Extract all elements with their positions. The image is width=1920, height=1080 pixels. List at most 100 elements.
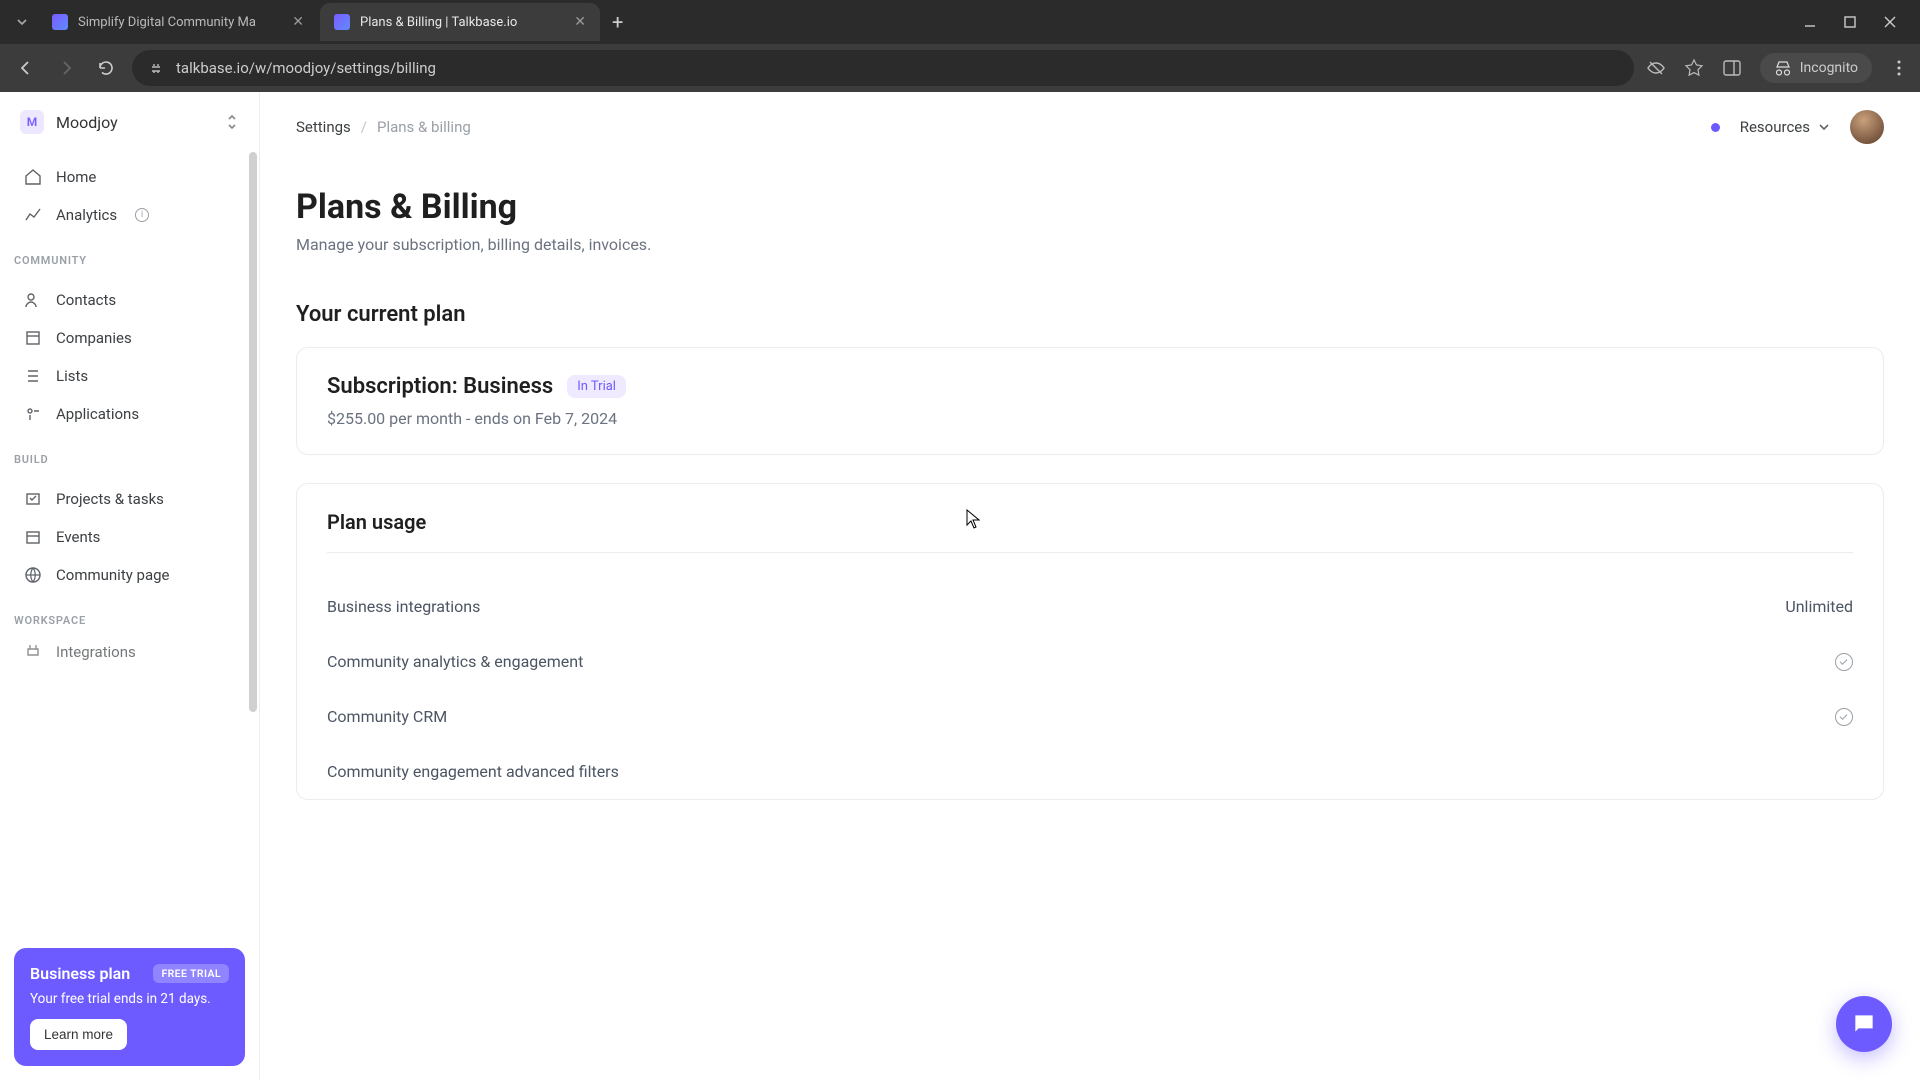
tab-title: Simplify Digital Community Ma bbox=[78, 15, 282, 30]
calendar-icon bbox=[24, 528, 42, 546]
tab-search-dropdown[interactable] bbox=[8, 8, 36, 36]
scrollbar-thumb[interactable] bbox=[249, 152, 257, 712]
workspace-avatar: M bbox=[20, 110, 44, 134]
notification-dot-icon[interactable] bbox=[1711, 123, 1720, 132]
maximize-icon[interactable] bbox=[1842, 14, 1858, 30]
app-root: M Moodjoy Home Analytics i COMMUNITY Con… bbox=[0, 92, 1920, 1080]
incognito-indicator[interactable]: Incognito bbox=[1760, 53, 1872, 83]
tab-title: Plans & Billing | Talkbase.io bbox=[360, 15, 564, 30]
breadcrumb-separator: / bbox=[361, 118, 367, 136]
sidebar-item-label: Applications bbox=[56, 405, 139, 423]
sidebar-item-analytics[interactable]: Analytics i bbox=[10, 196, 249, 234]
chat-fab-button[interactable] bbox=[1836, 996, 1892, 1052]
eye-off-icon[interactable] bbox=[1646, 58, 1666, 78]
back-button[interactable] bbox=[12, 54, 40, 82]
trial-badge: FREE TRIAL bbox=[153, 964, 229, 983]
page-content: Plans & Billing Manage your subscription… bbox=[260, 163, 1920, 800]
forward-button[interactable] bbox=[52, 54, 80, 82]
url-input[interactable]: talkbase.io/w/moodjoy/settings/billing bbox=[132, 50, 1634, 86]
trial-title: Business plan bbox=[30, 964, 130, 983]
check-circle-icon bbox=[1835, 708, 1853, 726]
side-panel-icon[interactable] bbox=[1722, 58, 1742, 78]
plan-usage-card: Plan usage Business integrations Unlimit… bbox=[296, 483, 1884, 800]
chevron-down-icon bbox=[1818, 121, 1830, 133]
new-tab-button[interactable]: + bbox=[602, 10, 633, 34]
page-title: Plans & Billing bbox=[296, 187, 1884, 227]
current-plan-heading: Your current plan bbox=[296, 302, 1884, 327]
contacts-icon bbox=[24, 291, 42, 309]
projects-icon bbox=[24, 490, 42, 508]
trial-card: Business plan FREE TRIAL Your free trial… bbox=[14, 948, 245, 1066]
url-text: talkbase.io/w/moodjoy/settings/billing bbox=[176, 59, 1618, 77]
breadcrumb-root[interactable]: Settings bbox=[296, 118, 351, 136]
sidebar: M Moodjoy Home Analytics i COMMUNITY Con… bbox=[0, 92, 260, 1080]
sidebar-item-integrations[interactable]: Integrations bbox=[10, 641, 249, 663]
minimize-icon[interactable] bbox=[1802, 14, 1818, 30]
sidebar-section-workspace: WORKSPACE bbox=[0, 600, 259, 635]
close-icon[interactable]: ✕ bbox=[292, 14, 304, 30]
plan-usage-heading: Plan usage bbox=[327, 510, 1853, 553]
sidebar-item-label: Companies bbox=[56, 329, 132, 347]
favicon-icon bbox=[334, 14, 350, 30]
bookmark-star-icon[interactable] bbox=[1684, 58, 1704, 78]
sidebar-item-label: Home bbox=[56, 168, 96, 186]
sidebar-item-lists[interactable]: Lists bbox=[10, 357, 249, 395]
sidebar-item-events[interactable]: Events bbox=[10, 518, 249, 556]
sidebar-item-home[interactable]: Home bbox=[10, 158, 249, 196]
usage-value: Unlimited bbox=[1785, 597, 1853, 616]
site-settings-icon[interactable] bbox=[148, 60, 164, 76]
sidebar-item-community-page[interactable]: Community page bbox=[10, 556, 249, 594]
close-window-icon[interactable] bbox=[1882, 14, 1898, 30]
lists-icon bbox=[24, 367, 42, 385]
workspace-switcher[interactable]: M Moodjoy bbox=[0, 92, 259, 152]
breadcrumb: Settings / Plans & billing bbox=[296, 118, 471, 136]
close-icon[interactable]: ✕ bbox=[574, 14, 586, 30]
info-icon[interactable]: i bbox=[135, 208, 149, 222]
sidebar-scrollbar[interactable] bbox=[249, 152, 257, 960]
trial-subtitle: Your free trial ends in 21 days. bbox=[30, 991, 229, 1007]
browser-tab-inactive[interactable]: Simplify Digital Community Ma ✕ bbox=[38, 3, 318, 41]
topbar: Settings / Plans & billing Resources bbox=[260, 92, 1920, 163]
resources-dropdown[interactable]: Resources bbox=[1740, 118, 1830, 136]
sidebar-item-label: Integrations bbox=[56, 643, 136, 661]
browser-tab-active[interactable]: Plans & Billing | Talkbase.io ✕ bbox=[320, 3, 600, 41]
sidebar-item-projects[interactable]: Projects & tasks bbox=[10, 480, 249, 518]
address-bar: talkbase.io/w/moodjoy/settings/billing I… bbox=[0, 44, 1920, 92]
current-plan-card: Subscription: Business In Trial $255.00 … bbox=[296, 347, 1884, 455]
sidebar-item-companies[interactable]: Companies bbox=[10, 319, 249, 357]
globe-icon bbox=[24, 566, 42, 584]
sidebar-item-label: Events bbox=[56, 528, 100, 546]
sidebar-item-label: Projects & tasks bbox=[56, 490, 164, 508]
sidebar-section-community: COMMUNITY bbox=[0, 240, 259, 275]
page-subtitle: Manage your subscription, billing detail… bbox=[296, 235, 1884, 254]
usage-label: Community CRM bbox=[327, 707, 447, 726]
sidebar-item-applications[interactable]: Applications bbox=[10, 395, 249, 433]
sidebar-item-contacts[interactable]: Contacts bbox=[10, 281, 249, 319]
integrations-icon bbox=[24, 643, 42, 661]
applications-icon bbox=[24, 405, 42, 423]
usage-label: Community analytics & engagement bbox=[327, 652, 583, 671]
favicon-icon bbox=[52, 14, 68, 30]
workspace-name: Moodjoy bbox=[56, 113, 213, 132]
learn-more-button[interactable]: Learn more bbox=[30, 1019, 127, 1050]
breadcrumb-leaf: Plans & billing bbox=[377, 118, 471, 136]
chat-icon bbox=[1851, 1011, 1877, 1037]
window-controls bbox=[1802, 14, 1912, 30]
sidebar-item-label: Community page bbox=[56, 566, 170, 584]
usage-row: Community CRM bbox=[327, 689, 1853, 744]
menu-dots-icon[interactable] bbox=[1890, 59, 1908, 77]
user-avatar[interactable] bbox=[1850, 110, 1884, 144]
plan-name: Subscription: Business bbox=[327, 374, 553, 399]
incognito-label: Incognito bbox=[1800, 60, 1858, 76]
main-content: Settings / Plans & billing Resources Pla… bbox=[260, 92, 1920, 1080]
reload-button[interactable] bbox=[92, 54, 120, 82]
usage-label: Community engagement advanced filters bbox=[327, 762, 619, 781]
tab-bar: Simplify Digital Community Ma ✕ Plans & … bbox=[0, 0, 1920, 44]
check-circle-icon bbox=[1835, 653, 1853, 671]
usage-row: Community analytics & engagement bbox=[327, 634, 1853, 689]
resources-label: Resources bbox=[1740, 118, 1810, 136]
sidebar-item-label: Lists bbox=[56, 367, 88, 385]
incognito-icon bbox=[1774, 59, 1792, 77]
browser-chrome: Simplify Digital Community Ma ✕ Plans & … bbox=[0, 0, 1920, 92]
home-icon bbox=[24, 168, 42, 186]
